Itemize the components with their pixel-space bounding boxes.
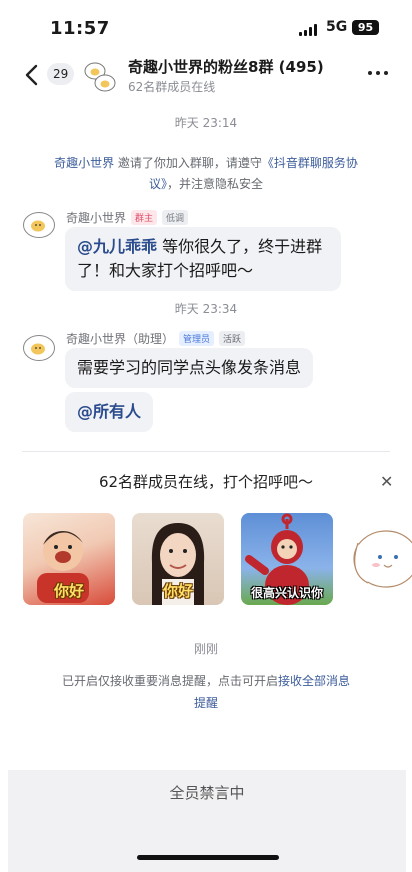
notification-notice: 已开启仅接收重要消息提醒，点击可开启接收全部消息提醒 — [56, 670, 356, 714]
battery-icon: 95 — [352, 20, 379, 35]
status-tag: 低调 — [162, 210, 189, 225]
message-text: 需要学习的同学点头像发条消息 — [77, 358, 302, 377]
message-sender: 奇趣小世界（助理） 管理员 活跃 — [66, 330, 246, 347]
greeting-title: 62名群成员在线，打个招呼吧～ — [98, 473, 314, 491]
network-label: 5G — [326, 19, 348, 35]
more-options-icon[interactable] — [368, 71, 388, 75]
signal-icon — [299, 24, 317, 36]
sender-name: 奇趣小世界（助理） — [66, 332, 175, 346]
sticker-cinnamoroll[interactable] — [350, 513, 412, 605]
inviter-link[interactable]: 奇趣小世界 — [54, 156, 114, 170]
message-bubble[interactable]: @九儿乖乖 等你很久了，终于进群了！和大家打个招呼吧～ — [65, 227, 341, 291]
group-title[interactable]: 奇趣小世界的粉丝8群 (495) — [128, 56, 324, 77]
divider — [22, 451, 390, 452]
status-bar: 11:57 5G 95 — [0, 0, 412, 52]
owner-tag: 群主 — [131, 210, 158, 225]
mute-status: 全员禁言中 — [169, 784, 245, 802]
system-notice: 奇趣小世界 邀请了你加入群聊，请遵守《抖音群聊服务协议》，并注意隐私安全 — [50, 153, 362, 195]
timestamp: 昨天 23:34 — [174, 302, 238, 316]
message-bubble[interactable]: @所有人 — [65, 392, 154, 432]
message-sender: 奇趣小世界 群主 低调 — [66, 209, 189, 226]
back-icon[interactable] — [22, 63, 42, 87]
notice-text: 已开启仅接收重要消息提醒，点击可开启 — [61, 674, 278, 688]
sticker-caption: 你好 — [162, 582, 193, 600]
notice-text-end: ，并注意隐私安全 — [167, 177, 264, 191]
admin-tag: 管理员 — [179, 331, 215, 346]
status-time: 11:57 — [50, 18, 110, 39]
status-tag: 活跃 — [219, 331, 246, 346]
unread-count-badge[interactable]: 29 — [47, 63, 75, 85]
close-icon[interactable]: ✕ — [380, 472, 393, 491]
chat-header: 29 奇趣小世界的粉丝8群 (495) 62名群成员在线 — [0, 52, 412, 98]
sticker-caption: 你好 — [53, 582, 84, 600]
mention-all-link[interactable]: @所有人 — [77, 402, 141, 421]
message-bubble[interactable]: 需要学习的同学点头像发条消息 — [65, 348, 314, 388]
group-avatar[interactable] — [81, 57, 119, 95]
bunny-icon — [353, 530, 412, 588]
sender-name: 奇趣小世界 — [66, 211, 127, 225]
online-count: 62名群成员在线 — [128, 80, 216, 94]
home-indicator[interactable] — [137, 855, 279, 860]
mention-link[interactable]: @九儿乖乖 — [77, 237, 157, 256]
sticker-hello-woman[interactable]: 你好 — [132, 513, 224, 605]
sender-avatar[interactable] — [22, 211, 56, 239]
sticker-hello-baby[interactable]: 你好 — [23, 513, 115, 605]
timestamp: 昨天 23:14 — [174, 116, 238, 130]
notice-timestamp: 刚刚 — [193, 642, 218, 656]
sender-avatar[interactable] — [22, 334, 56, 362]
notice-text: 邀请了你加入群聊，请遵守 — [114, 156, 262, 170]
sticker-caption: 很高兴认识你 — [250, 586, 323, 600]
sticker-nice-to-meet[interactable]: 很高兴认识你 — [241, 513, 333, 605]
